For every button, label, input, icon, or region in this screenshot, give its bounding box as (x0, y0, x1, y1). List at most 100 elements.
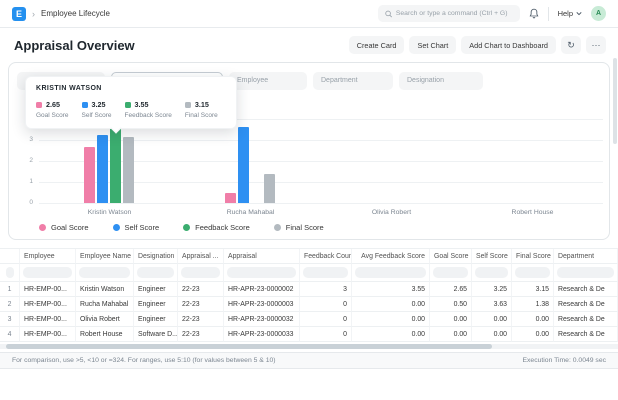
cell[interactable]: 22-23 (178, 327, 224, 342)
column-filter-Employee[interactable] (20, 264, 76, 282)
column-filter-input[interactable] (181, 267, 220, 278)
breadcrumb[interactable]: Employee Lifecycle (41, 9, 110, 18)
column-filter-Appraisal[interactable] (224, 264, 300, 282)
column-header-index[interactable] (0, 249, 20, 264)
column-filter-input[interactable] (6, 267, 14, 278)
cell[interactable]: 0.00 (512, 312, 554, 327)
legend-item-goal-score[interactable]: Goal Score (39, 223, 89, 232)
cell[interactable]: HR-EMP-00... (20, 297, 76, 312)
cell[interactable]: Research & De (554, 282, 618, 297)
cell[interactable]: 2.65 (430, 282, 472, 297)
bar-self-score-0[interactable] (97, 135, 108, 203)
avatar[interactable]: A (591, 6, 606, 21)
add-chart-to-dashboard-button[interactable]: Add Chart to Dashboard (461, 36, 556, 54)
cell[interactable]: Kristin Watson (76, 282, 134, 297)
bar-goal-score-1[interactable] (225, 193, 236, 204)
column-filter-Avg Feedback Score[interactable] (352, 264, 430, 282)
column-header-Goal Score[interactable]: Goal Score (430, 249, 472, 264)
filter-employee[interactable]: Employee (229, 72, 307, 90)
cell[interactable]: Olivia Robert (76, 312, 134, 327)
app-logo[interactable]: E (12, 7, 26, 21)
cell[interactable]: Research & De (554, 312, 618, 327)
column-filter-Designation[interactable] (134, 264, 178, 282)
cell[interactable]: 3.25 (472, 282, 512, 297)
cell[interactable]: 22-23 (178, 297, 224, 312)
column-filter-input[interactable] (557, 267, 614, 278)
cell[interactable]: HR-EMP-00... (20, 327, 76, 342)
column-filter-Department[interactable] (554, 264, 618, 282)
cell[interactable]: 0.00 (430, 327, 472, 342)
column-filter-Feedback Count[interactable] (300, 264, 352, 282)
cell[interactable]: Engineer (134, 282, 178, 297)
column-header-Appraisal ...[interactable]: Appraisal ... (178, 249, 224, 264)
column-header-Avg Feedback Score[interactable]: Avg Feedback Score (352, 249, 430, 264)
help-menu[interactable]: Help (558, 9, 582, 18)
bar-final-score-1[interactable] (264, 174, 275, 203)
column-filter-Appraisal ...[interactable] (178, 264, 224, 282)
column-header-Final Score[interactable]: Final Score (512, 249, 554, 264)
column-header-Designation[interactable]: Designation (134, 249, 178, 264)
refresh-button[interactable]: ↻ (561, 36, 581, 54)
table-row[interactable]: 3HR-EMP-00...Olivia RobertEngineer22-23H… (0, 312, 618, 327)
cell[interactable]: HR-EMP-00... (20, 312, 76, 327)
cell[interactable]: 0.00 (472, 312, 512, 327)
bar-self-score-1[interactable] (238, 127, 249, 203)
cell[interactable]: 0 (300, 327, 352, 342)
column-filter-Self Score[interactable] (472, 264, 512, 282)
column-filter-index[interactable] (0, 264, 20, 282)
cell[interactable]: 0.00 (352, 327, 430, 342)
cell[interactable]: Engineer (134, 312, 178, 327)
cell[interactable]: 4 (0, 327, 20, 342)
column-filter-input[interactable] (515, 267, 550, 278)
cell[interactable]: 3.55 (352, 282, 430, 297)
global-search[interactable] (378, 5, 520, 22)
column-header-Employee[interactable]: Employee (20, 249, 76, 264)
column-filter-input[interactable] (433, 267, 468, 278)
column-header-Employee Name[interactable]: Employee Name (76, 249, 134, 264)
horizontal-scrollbar-track[interactable] (0, 344, 618, 349)
table-row[interactable]: 4HR-EMP-00...Robert HouseSoftware D...22… (0, 327, 618, 342)
more-menu-button[interactable]: ··· (586, 36, 606, 54)
table-row[interactable]: 2HR-EMP-00...Rucha MahabalEngineer22-23H… (0, 297, 618, 312)
bar-feedback-score-0[interactable] (110, 128, 121, 203)
cell[interactable]: 3.15 (512, 282, 554, 297)
column-filter-input[interactable] (303, 267, 348, 278)
legend-item-final-score[interactable]: Final Score (274, 223, 324, 232)
cell[interactable]: Robert House (76, 327, 134, 342)
cell[interactable]: HR-APR-23-0000002 (224, 282, 300, 297)
notification-bell-icon[interactable] (529, 8, 539, 19)
cell[interactable]: Engineer (134, 297, 178, 312)
bar-goal-score-0[interactable] (84, 147, 95, 203)
cell[interactable]: 0.00 (352, 312, 430, 327)
search-input[interactable] (396, 10, 513, 17)
column-filter-input[interactable] (227, 267, 296, 278)
cell[interactable]: Software D... (134, 327, 178, 342)
cell[interactable]: Research & De (554, 297, 618, 312)
cell[interactable]: 0 (300, 297, 352, 312)
cell[interactable]: HR-EMP-00... (20, 282, 76, 297)
column-header-Feedback Count[interactable]: Feedback Count (300, 249, 352, 264)
column-filter-Final Score[interactable] (512, 264, 554, 282)
cell[interactable]: 0 (300, 312, 352, 327)
column-filter-input[interactable] (355, 267, 426, 278)
column-header-Appraisal[interactable]: Appraisal (224, 249, 300, 264)
cell[interactable]: Research & De (554, 327, 618, 342)
bar-final-score-0[interactable] (123, 137, 134, 203)
column-filter-Goal Score[interactable] (430, 264, 472, 282)
cell[interactable]: Rucha Mahabal (76, 297, 134, 312)
legend-item-feedback-score[interactable]: Feedback Score (183, 223, 250, 232)
column-filter-Employee Name[interactable] (76, 264, 134, 282)
cell[interactable]: 2 (0, 297, 20, 312)
cell[interactable]: HR-APR-23-0000032 (224, 312, 300, 327)
column-header-Self Score[interactable]: Self Score (472, 249, 512, 264)
legend-item-self-score[interactable]: Self Score (113, 223, 160, 232)
create-card-button[interactable]: Create Card (349, 36, 405, 54)
table-row[interactable]: 1HR-EMP-00...Kristin WatsonEngineer22-23… (0, 282, 618, 297)
cell[interactable]: 0.00 (512, 327, 554, 342)
column-filter-input[interactable] (475, 267, 508, 278)
cell[interactable]: 22-23 (178, 282, 224, 297)
column-filter-input[interactable] (79, 267, 130, 278)
column-filter-input[interactable] (23, 267, 72, 278)
horizontal-scrollbar-thumb[interactable] (6, 344, 492, 349)
cell[interactable]: 3.63 (472, 297, 512, 312)
